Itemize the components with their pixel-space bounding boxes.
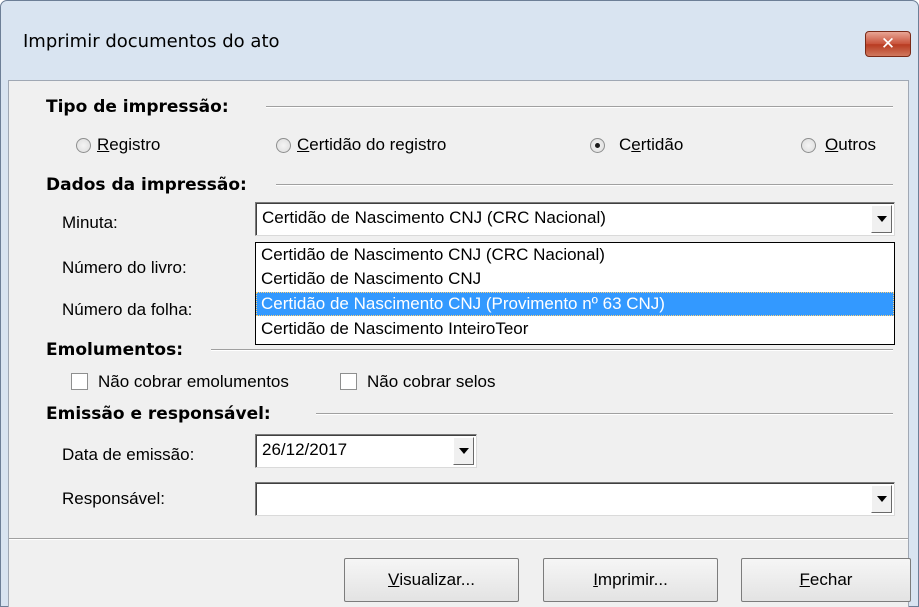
responsavel-label: Responsável: (62, 489, 166, 508)
radio-outros[interactable] (801, 138, 816, 153)
radio-certidao-do-registro-label[interactable]: Certidão do registro (297, 135, 446, 155)
radio-outros-label[interactable]: Outros (825, 135, 876, 155)
title-bar[interactable]: Imprimir documentos do ato ✕ (1, 1, 918, 81)
emolumentos-heading: Emolumentos: (46, 340, 184, 360)
data-emissao-value[interactable]: 26/12/2017 (262, 440, 347, 460)
dropdown-option-selected[interactable]: Certidão de Nascimento CNJ (Provimento n… (256, 292, 894, 316)
minuta-dropdown-button[interactable] (871, 205, 892, 233)
nao-cobrar-emolumentos-label[interactable]: Não cobrar emolumentos (98, 372, 289, 392)
numero-folha-label: Número da folha: (62, 300, 193, 319)
divider (266, 106, 893, 108)
minuta-label: Minuta: (62, 213, 118, 232)
divider (211, 349, 893, 351)
visualizar-button[interactable]: Visualizar... (344, 558, 519, 602)
radio-registro[interactable] (76, 138, 91, 153)
window-title: Imprimir documentos do ato (23, 31, 280, 52)
close-icon: ✕ (880, 34, 896, 54)
data-emissao-label: Data de emissão: (62, 445, 195, 464)
tipo-impressao-heading: Tipo de impressão: (46, 97, 229, 117)
responsavel-dropdown-button[interactable] (871, 485, 892, 513)
fechar-button[interactable]: Fechar (741, 558, 911, 602)
divider (316, 413, 893, 415)
radio-certidao-label[interactable]: Certidão (619, 135, 683, 155)
responsavel-select[interactable] (255, 482, 895, 516)
chevron-down-icon (876, 496, 887, 502)
numero-livro-label: Número do livro: (62, 258, 187, 277)
calendar-dropdown-button[interactable] (453, 437, 474, 465)
nao-cobrar-selos-label[interactable]: Não cobrar selos (367, 372, 496, 392)
imprimir-button[interactable]: Imprimir... (543, 558, 718, 602)
data-emissao-picker[interactable]: 26/12/2017 (255, 434, 477, 468)
chevron-down-icon (876, 216, 887, 222)
nao-cobrar-emolumentos-checkbox[interactable] (71, 373, 88, 390)
minuta-value: Certidão de Nascimento CNJ (CRC Nacional… (262, 208, 606, 227)
minuta-select[interactable]: Certidão de Nascimento CNJ (CRC Nacional… (255, 202, 895, 236)
dropdown-option[interactable]: Certidão de Nascimento CNJ (256, 267, 894, 291)
dropdown-option[interactable]: Certidão de Nascimento CNJ (CRC Nacional… (256, 243, 894, 267)
dropdown-option[interactable]: Certidão de Nascimento InteiroTeor (256, 317, 894, 341)
close-button[interactable]: ✕ (865, 31, 911, 57)
nao-cobrar-selos-checkbox[interactable] (340, 373, 357, 390)
dados-impressao-heading: Dados da impressão: (46, 175, 247, 195)
radio-registro-label[interactable]: Registro (97, 135, 160, 155)
emissao-heading: Emissão e responsável: (46, 404, 271, 424)
divider (276, 184, 893, 186)
minuta-dropdown-list: Certidão de Nascimento CNJ (CRC Nacional… (255, 242, 895, 345)
radio-certidao-do-registro[interactable] (276, 138, 291, 153)
footer-divider (9, 538, 908, 540)
chevron-down-icon (458, 448, 469, 454)
radio-certidao[interactable] (590, 138, 605, 153)
